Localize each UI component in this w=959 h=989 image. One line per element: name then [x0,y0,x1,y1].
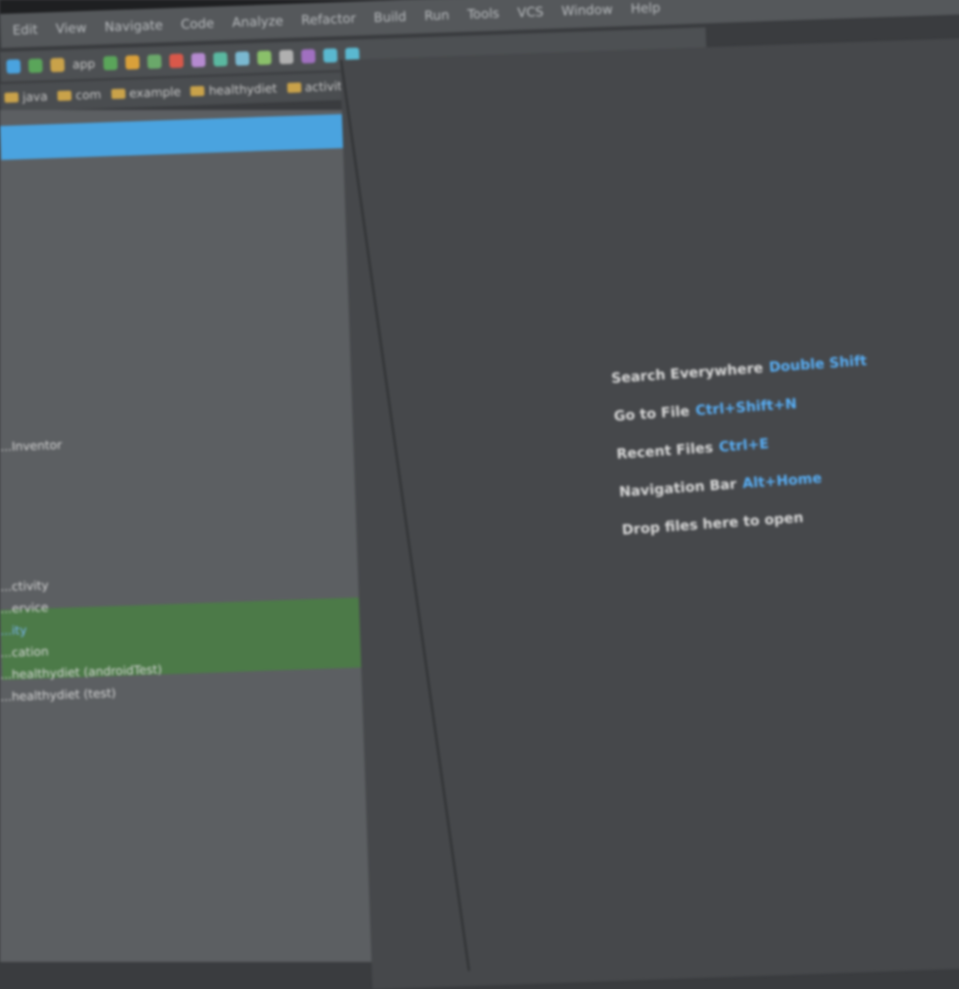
breadcrumb-label: com [75,87,102,103]
stop-icon[interactable] [168,53,184,69]
breadcrumb-item[interactable]: com [57,87,101,103]
sdk-icon[interactable] [256,50,272,66]
profile-icon[interactable] [146,54,162,69]
module-icon [50,57,65,73]
hint-shortcut: Double Shift [768,353,868,376]
menu-item[interactable]: Run [424,8,449,24]
breadcrumb-item[interactable]: healthydiet [190,81,278,98]
breadcrumb-label: java [22,89,48,105]
breadcrumb-label: example [128,84,182,101]
menu-item[interactable]: Build [374,9,407,25]
build-icon[interactable] [6,59,21,74]
sync-icon[interactable] [212,52,228,67]
hint-label: Navigation Bar [618,476,738,501]
menu-item[interactable]: Help [630,0,660,16]
hint-label: Drop files here to open [621,509,804,539]
hint-shortcut: Alt+Home [741,470,823,493]
folder-icon [4,92,19,103]
hint-shortcut: Ctrl+E [718,436,770,456]
gradle-icon[interactable] [300,49,316,64]
menu-item[interactable]: Navigate [104,18,163,35]
menu-item[interactable]: Refactor [301,11,356,28]
make-icon[interactable] [28,58,43,74]
run-icon[interactable] [102,55,118,71]
debug-icon[interactable] [124,55,140,70]
module-selector[interactable]: app [72,57,95,72]
folder-icon [190,85,205,97]
menu-item[interactable]: Analyze [232,14,284,31]
menu-item[interactable]: Tools [467,6,500,22]
menu-item[interactable]: Code [181,16,215,32]
menu-item[interactable]: Edit [12,22,38,38]
device-icon[interactable] [322,48,338,63]
breadcrumb-label: healthydiet [208,81,278,98]
folder-icon [111,88,126,100]
folder-icon [57,90,72,101]
hint-label: Go to File [613,403,691,425]
tree-item[interactable]: ...ity [0,623,27,642]
tree-item[interactable]: ...cation [0,644,49,664]
menu-item[interactable]: View [55,20,86,36]
structure-icon[interactable] [278,49,294,65]
tree-item[interactable]: ...ervice [0,600,49,620]
menu-item[interactable]: Window [561,2,613,19]
empty-editor-hints: Search Everywhere Double Shift Go to Fil… [610,338,942,550]
hint-label: Recent Files [616,440,714,463]
tree-item[interactable]: ...ctivity [0,578,49,598]
folder-icon [286,82,302,93]
tree-item[interactable]: ...Inventor [0,438,62,458]
breadcrumb-item[interactable]: example [111,85,181,101]
avd-icon[interactable] [234,51,250,66]
breadcrumb-item[interactable]: java [4,89,48,104]
hint-label: Search Everywhere [610,360,764,387]
menu-item[interactable]: VCS [517,5,544,21]
attach-icon[interactable] [190,52,206,68]
hint-shortcut: Ctrl+Shift+N [695,396,798,420]
